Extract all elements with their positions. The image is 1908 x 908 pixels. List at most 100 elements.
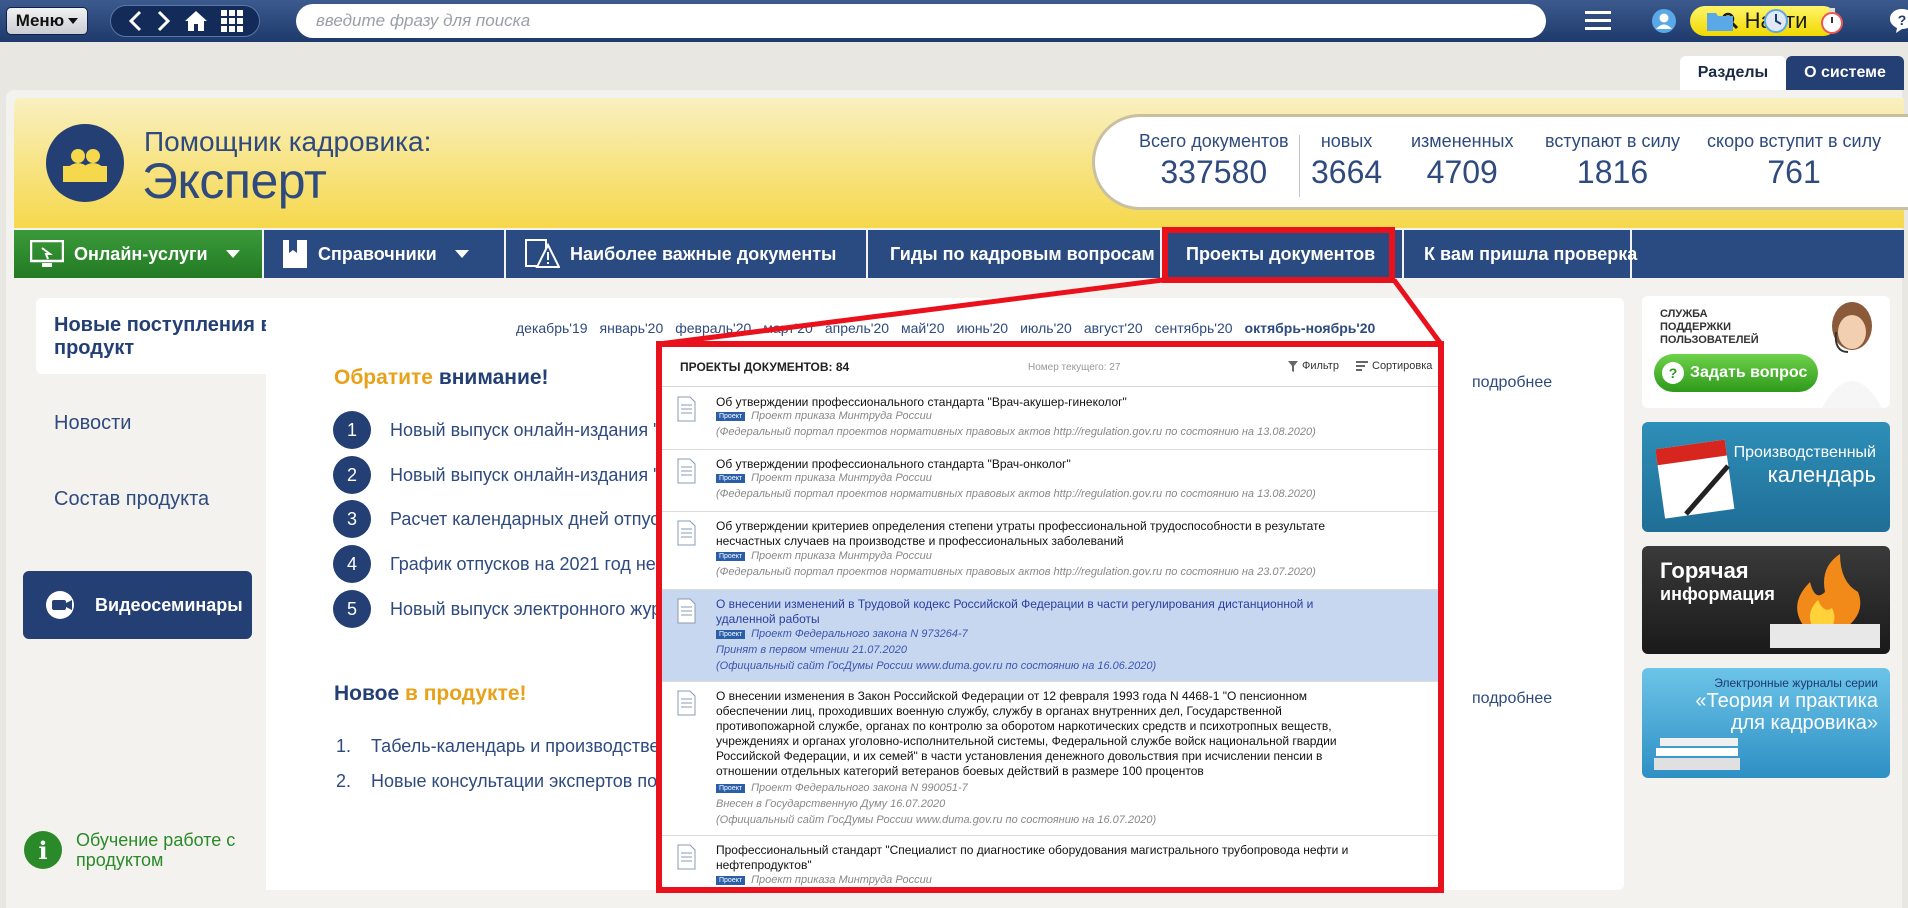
journals-card[interactable]: Электронные журналы серии «Теория и прак… [1642, 668, 1890, 778]
month-tab[interactable]: март'20 [763, 320, 813, 336]
month-tab[interactable]: июль'20 [1020, 320, 1072, 336]
calendar-icon [1656, 439, 1735, 519]
month-tab[interactable]: январь'20 [600, 320, 664, 336]
month-tab[interactable]: май'20 [901, 320, 944, 336]
month-tab[interactable]: апрель'20 [825, 320, 889, 336]
list-number: 3 [333, 500, 371, 538]
grid-icon[interactable] [220, 10, 243, 32]
new-item[interactable]: Новые консультации экспертов по [371, 771, 657, 792]
production-calendar-card[interactable]: Производственный календарь [1642, 422, 1890, 532]
document-type-text: Проект Федерального закона N 990051-7 [751, 782, 968, 794]
popup-title: ПРОЕКТЫ ДОКУМЕНТОВ: 84 [680, 359, 850, 374]
tab-o-sisteme[interactable]: О системе [1786, 56, 1904, 90]
month-tab[interactable]: июнь'20 [957, 320, 1009, 336]
ask-question-button[interactable]: ? Задать вопрос [1654, 354, 1818, 392]
list-number: 1 [333, 411, 371, 449]
search-input[interactable] [316, 10, 1376, 32]
month-tab[interactable]: февраль'20 [675, 320, 751, 336]
month-tab[interactable]: сентябрь'20 [1155, 320, 1233, 336]
attention-item[interactable]: График отпусков на 2021 год не [390, 554, 656, 575]
chevron-down-icon [68, 18, 79, 24]
document-type: Проект Проект приказа Минтруда России [716, 410, 932, 422]
home-icon[interactable] [184, 10, 208, 32]
clock-icon[interactable] [1748, 6, 1804, 36]
nav-directories[interactable]: Справочники [266, 230, 506, 278]
support-label: СЛУЖБА ПОДДЕРЖКИ ПОЛЬЗОВАТЕЛЕЙ [1660, 308, 1759, 346]
attention-title-part: Обратите [334, 366, 433, 389]
nav-label: К вам пришла проверка [1424, 243, 1638, 264]
product-training-link[interactable]: i Обучение работе с продуктом [24, 830, 256, 870]
hot-info-label: информация [1660, 584, 1775, 604]
main-navigation: Онлайн-услуги Справочники Наиболее важны… [14, 230, 1904, 278]
month-tab[interactable]: август'20 [1084, 320, 1143, 336]
document-item-selected[interactable]: О внесении изменений в Трудовой кодекс Р… [662, 590, 1438, 682]
attention-more-link[interactable]: подробнее [1472, 374, 1552, 392]
document-icon [677, 520, 696, 546]
filter-button[interactable]: Фильтр [1288, 360, 1339, 372]
stat-in-force[interactable]: вступают в силу 1816 [1545, 131, 1680, 191]
menu-label: Меню [15, 11, 65, 30]
new-item[interactable]: Табель-календарь и производстве [371, 736, 659, 757]
document-item[interactable]: О внесении изменения в Закон Российской … [662, 682, 1438, 836]
document-icon [677, 690, 696, 716]
forward-icon[interactable] [156, 10, 172, 32]
new-title-part: в продукте! [404, 682, 527, 705]
month-tab[interactable]: декабрь'19 [516, 320, 588, 336]
video-seminars-button[interactable]: Видеосеминары [23, 571, 252, 639]
monitor-icon [30, 240, 64, 267]
warning-document-icon [525, 239, 560, 268]
filter-icon [1288, 360, 1298, 372]
stat-value: 1816 [1576, 154, 1649, 190]
left-item-product-contents[interactable]: Состав продукта [54, 488, 209, 511]
support-card: СЛУЖБА ПОДДЕРЖКИ ПОЛЬЗОВАТЕЛЕЙ ? Задать … [1642, 296, 1890, 408]
attention-item[interactable]: Новый выпуск онлайн-издания " [390, 465, 660, 486]
back-icon[interactable] [127, 10, 143, 32]
stat-soon-in-force[interactable]: скоро вступит в силу 761 [1707, 131, 1881, 191]
nav-online-services[interactable]: Онлайн-услуги [14, 230, 264, 278]
document-type-text: Проект Федерального закона N 973264-7 [751, 628, 968, 640]
info-icon: i [24, 831, 62, 869]
stat-new[interactable]: новых 3664 [1311, 131, 1382, 191]
nav-important-documents[interactable]: Наиболее важные документы [508, 230, 868, 278]
stat-changed[interactable]: измененных 4709 [1411, 131, 1513, 191]
document-item[interactable]: Профессиональный стандарт "Специалист по… [662, 836, 1438, 887]
left-item-news[interactable]: Новости [54, 412, 131, 435]
document-item[interactable]: Об утверждении профессионального стандар… [662, 450, 1438, 512]
project-badge: Проект [716, 783, 746, 793]
filter-label: Фильтр [1302, 360, 1339, 372]
document-title: О внесении изменения в Закон Российской … [716, 689, 1337, 778]
highlight-box [1162, 227, 1395, 283]
stat-total[interactable]: Всего документов 337580 [1139, 131, 1289, 191]
left-item-new-arrivals[interactable]: Новые поступления в продукт [54, 314, 274, 360]
document-status: Внесен в Государственную Думу 16.07.2020 [716, 798, 946, 810]
document-type-text: Проект приказа Минтруда России [751, 472, 932, 484]
nav-inspection[interactable]: К вам пришла проверка [1406, 230, 1637, 278]
calendar-label: календарь [1767, 462, 1876, 487]
product-name-main: Эксперт [142, 153, 327, 209]
sort-button[interactable]: Сортировка [1356, 360, 1432, 372]
svg-text:?: ? [1898, 12, 1907, 28]
hamburger-menu-icon[interactable] [1570, 6, 1626, 36]
month-tab-current[interactable]: октябрь-ноябрь'20 [1245, 320, 1376, 336]
video-seminars-label: Видеосеминары [95, 594, 243, 615]
attention-item[interactable]: Новый выпуск электронного жур [390, 599, 661, 620]
document-title: О внесении изменений в Трудовой кодекс Р… [716, 597, 1314, 626]
document-type: Проект Проект приказа Минтруда России [716, 874, 932, 886]
nav-hr-guides[interactable]: Гиды по кадровым вопросам [870, 230, 1162, 278]
document-title: Об утверждении профессионального стандар… [716, 457, 1071, 471]
tab-razdely[interactable]: Разделы [1680, 56, 1786, 90]
document-item[interactable]: Об утверждении профессионального стандар… [662, 388, 1438, 450]
document-item[interactable]: Об утверждении критериев определения сте… [662, 512, 1438, 590]
book-icon [283, 240, 307, 268]
attention-item[interactable]: Расчет календарных дней отпус [390, 509, 659, 530]
folder-icon[interactable] [1692, 6, 1748, 36]
hot-info-card[interactable]: Горячая информация [1642, 546, 1890, 654]
new-more-link[interactable]: подробнее [1472, 690, 1552, 708]
help-icon[interactable]: ? [1874, 6, 1908, 36]
document-type-text: Проект приказа Минтруда России [751, 874, 932, 886]
attention-item[interactable]: Новый выпуск онлайн-издания " [390, 420, 660, 441]
user-icon[interactable] [1636, 6, 1692, 36]
menu-button[interactable]: Меню [6, 7, 88, 35]
question-icon: ? [1662, 362, 1684, 384]
stopwatch-icon[interactable] [1804, 6, 1860, 36]
